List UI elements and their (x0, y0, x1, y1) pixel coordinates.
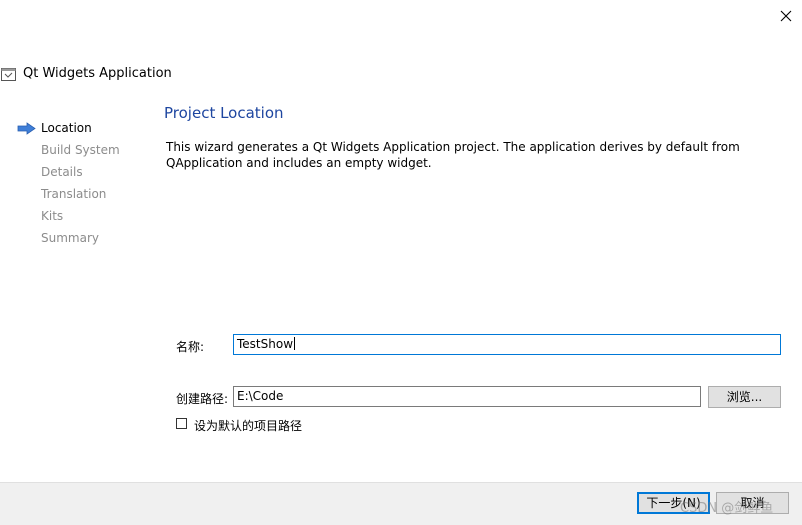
window-title: Qt Widgets Application (23, 66, 172, 81)
step-kits: Kits (41, 209, 64, 223)
path-label: 创建路径: (176, 392, 229, 406)
browse-button[interactable]: 浏览... (708, 386, 781, 408)
path-input[interactable]: E:\Code (233, 386, 701, 407)
default-path-label[interactable]: 设为默认的项目路径 (194, 417, 302, 434)
close-icon (780, 10, 792, 22)
current-step-arrow-icon (17, 122, 36, 135)
default-path-checkbox[interactable] (176, 418, 187, 429)
window-header: Qt Widgets Application (0, 64, 300, 86)
path-value: E:\Code (237, 389, 284, 403)
step-translation: Translation (41, 187, 107, 201)
step-details: Details (41, 165, 83, 179)
page-title: Project Location (164, 104, 284, 122)
qt-creator-icon (1, 68, 16, 81)
name-value: TestShow (237, 337, 294, 351)
name-label: 名称: (176, 340, 205, 354)
step-summary: Summary (41, 231, 99, 245)
page-description: This wizard generates a Qt Widgets Appli… (166, 140, 740, 170)
cancel-button[interactable]: 取消 (716, 492, 789, 514)
step-build-system: Build System (41, 143, 120, 157)
text-caret (294, 337, 296, 350)
step-location: Location (41, 121, 92, 135)
next-button[interactable]: 下一步(N) (637, 492, 710, 514)
close-button[interactable] (770, 2, 802, 30)
name-input[interactable]: TestShow (233, 334, 781, 355)
